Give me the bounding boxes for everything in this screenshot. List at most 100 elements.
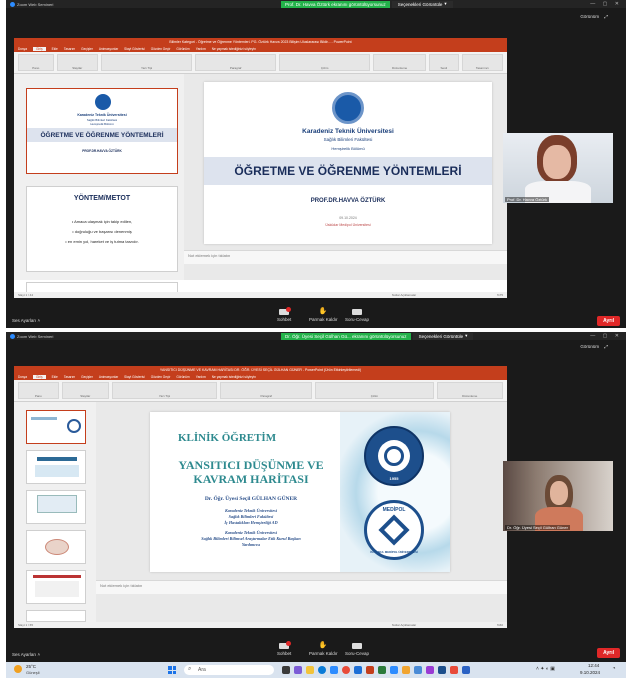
slide-thumbnails	[14, 402, 96, 622]
ribbon-group-paragraf[interactable]: Paragraf	[195, 54, 276, 71]
slide2-title-line2: KAVRAM HARİTASI	[193, 472, 309, 486]
gallery-view-button[interactable]: Görünüm ⤢	[580, 14, 608, 19]
tab-ekle[interactable]: Ekle	[52, 47, 58, 51]
ribbon-group-tasarimci[interactable]: Tasarımcı	[461, 54, 503, 71]
tab-gorunum[interactable]: Görünüm	[176, 375, 189, 379]
tab-dosya[interactable]: Dosya	[18, 375, 27, 379]
leave-button[interactable]: Ayrıl	[597, 316, 620, 326]
slide2-aff2: Sağlık Bilimleri Fakültesi	[228, 514, 274, 519]
ribbon-group-pano[interactable]: Pano	[18, 54, 54, 71]
app-blue-icon[interactable]	[462, 666, 470, 674]
leave-button[interactable]: Ayrıl	[597, 648, 620, 658]
main-slide[interactable]: Karadeniz Teknik Üniversitesi Sağlık Bil…	[204, 82, 492, 244]
chrome-icon[interactable]	[342, 666, 350, 674]
tab-yardim[interactable]: Yardım	[196, 47, 206, 51]
word-icon[interactable]	[354, 666, 362, 674]
tell-me-search[interactable]: Ne yapmak istediğinizi söyleyin	[212, 47, 256, 51]
ribbon-group-cizim[interactable]: Çizim	[278, 54, 371, 71]
slide-thumb-5[interactable]	[26, 570, 86, 604]
taskbar-date[interactable]: 9.10.2024	[580, 670, 600, 675]
view-options-button[interactable]: Seçenekleri Görüntüle ▾	[412, 332, 474, 340]
ktu-seal-icon: 1955	[364, 426, 424, 486]
ribbon-group-duzenleme[interactable]: Düzenleme	[373, 54, 426, 71]
tab-ekle[interactable]: Ekle	[52, 375, 58, 379]
powerpoint-icon[interactable]	[366, 666, 374, 674]
tell-me-search[interactable]: Ne yapmak istediğinizi söyleyin	[212, 375, 256, 379]
tab-slayt-gosterisi[interactable]: Slayt Gösterisi	[124, 375, 145, 379]
tab-gecisler[interactable]: Geçişler	[81, 375, 93, 379]
zoom-level[interactable]: %75	[497, 293, 503, 297]
chevron-up-icon: ˄	[37, 318, 41, 323]
slide-thumb-1[interactable]: Karadeniz Teknik Üniversitesi Sağlık Bil…	[26, 88, 178, 174]
notes-pane[interactable]: Not eklemek için tıklatın	[184, 250, 507, 264]
tab-tasarim[interactable]: Tasarım	[64, 375, 75, 379]
ribbon-group-slaytlar[interactable]: Slaytlar	[61, 382, 109, 399]
window-controls[interactable]: — ▢ ✕	[590, 333, 622, 339]
tab-gozden-gecir[interactable]: Gözden Geçir	[151, 375, 171, 379]
slide-thumb-2[interactable]	[26, 450, 86, 484]
participant-video[interactable]: Prof. Dr. Havva Öztürk	[503, 133, 613, 203]
app-red-icon[interactable]	[450, 666, 458, 674]
slide-thumb-3[interactable]	[26, 490, 86, 524]
tab-gorunum[interactable]: Görünüm	[176, 47, 189, 51]
system-tray-icons[interactable]: ˄ ✦ ◐ ▣	[536, 666, 555, 672]
tab-slayt-gosterisi[interactable]: Slayt Gösterisi	[124, 47, 145, 51]
tab-giris[interactable]: Giriş	[33, 47, 46, 51]
teams-icon[interactable]	[294, 666, 302, 674]
slide-thumb-6[interactable]	[26, 610, 86, 622]
main-slide[interactable]: KLİNİK ÖĞRETİM YANSITICI DÜŞÜNME VE KAVR…	[150, 412, 450, 572]
window-controls[interactable]: — ▢ ✕	[590, 1, 622, 7]
edge-icon[interactable]	[318, 666, 326, 674]
chat-button[interactable]: Sohbet	[277, 641, 291, 656]
notification-bell-icon[interactable]: ◔	[612, 666, 616, 672]
slide-thumb-4[interactable]	[26, 530, 86, 564]
windows-start-icon[interactable]	[168, 666, 176, 674]
slide-thumb-1[interactable]	[26, 410, 86, 444]
weather-temp[interactable]: 25°C	[26, 664, 36, 669]
task-view-icon[interactable]	[282, 666, 290, 674]
tab-giris[interactable]: Giriş	[33, 375, 46, 379]
tab-gozden-gecir[interactable]: Gözden Geçir	[151, 47, 171, 51]
tab-yardim[interactable]: Yardım	[196, 375, 206, 379]
qa-button[interactable]: Soru-Cevap	[345, 642, 369, 656]
ribbon-group-pano[interactable]: Pano	[18, 382, 59, 399]
taskbar-search[interactable]: ⌕ Ara	[184, 665, 274, 675]
app-orange-icon[interactable]	[402, 666, 410, 674]
qa-button[interactable]: Soru-Cevap	[345, 308, 369, 322]
mail-icon[interactable]	[414, 666, 422, 674]
zoom-taskbar-icon[interactable]	[330, 666, 338, 674]
fullscreen-icon: ⤢	[604, 14, 608, 19]
ribbon-group-yazi-tipi[interactable]: Yazı Tipi	[100, 54, 193, 71]
outlook-icon[interactable]	[438, 666, 446, 674]
ribbon-group-duzenleme[interactable]: Düzenleme	[436, 382, 503, 399]
status-notes-comments[interactable]: Notlar Açıklamalar	[392, 293, 416, 297]
tab-animasyonlar[interactable]: Animasyonlar	[99, 375, 118, 379]
slide-thumb-2[interactable]: YÖNTEM/METOT • Amaca ulaşmak için takip …	[26, 186, 178, 272]
chat-button[interactable]: Sohbet	[277, 307, 291, 322]
gallery-view-button[interactable]: Görünüm ⤢	[580, 344, 608, 349]
ribbon-group-yazi-tipi[interactable]: Yazı Tipi	[111, 382, 218, 399]
audio-settings-button[interactable]: Ses Ayarları ˄	[12, 652, 40, 657]
ribbon-group-paragraf[interactable]: Paragraf	[220, 382, 313, 399]
view-options-button[interactable]: Seçenekleri Görüntüle ▾	[391, 0, 453, 8]
taskbar-time[interactable]: 12:44	[588, 663, 599, 668]
raise-hand-button[interactable]: ✋ Parmak Kaldır	[309, 308, 338, 322]
status-notes-comments[interactable]: Notlar Açıklamalar	[392, 623, 416, 627]
raise-hand-button[interactable]: ✋ Parmak Kaldır	[309, 642, 338, 656]
notes-pane[interactable]: Not eklemek için tıklatın	[96, 580, 507, 594]
ribbon-group-slaytlar[interactable]: Slaytlar	[56, 54, 98, 71]
tab-tasarim[interactable]: Tasarım	[64, 47, 75, 51]
ribbon-group-cizim[interactable]: Çizim	[315, 382, 434, 399]
tab-dosya[interactable]: Dosya	[18, 47, 27, 51]
ribbon-group-sesli[interactable]: Sesli	[428, 54, 459, 71]
tab-animasyonlar[interactable]: Animasyonlar	[99, 47, 118, 51]
slide1-dept: Hemşirelik Bölümü	[331, 146, 365, 151]
participant-video[interactable]: Dr. Öğr. Üyesi Seçil Gülhan Güner	[503, 461, 613, 531]
zoom-app-icon[interactable]	[390, 666, 398, 674]
app-purple-icon[interactable]	[426, 666, 434, 674]
file-explorer-icon[interactable]	[306, 666, 314, 674]
audio-settings-button[interactable]: Ses Ayarları ˄	[12, 318, 40, 323]
excel-icon[interactable]	[378, 666, 386, 674]
tab-gecisler[interactable]: Geçişler	[81, 47, 93, 51]
zoom-level[interactable]: %60	[497, 623, 503, 627]
